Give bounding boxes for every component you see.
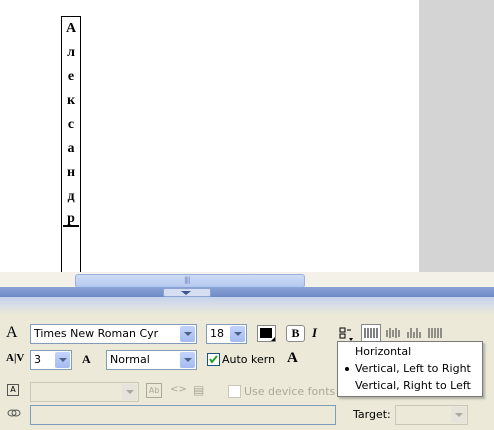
font-size-value: 18 <box>210 327 224 340</box>
character-position-value: Normal <box>110 353 150 366</box>
chevron-down-icon[interactable] <box>180 326 195 342</box>
selected-bullet-icon <box>345 367 349 371</box>
text-cursor <box>63 225 79 227</box>
text-orientation-menu: Horizontal Vertical, Left to Right Verti… <box>337 341 483 397</box>
render-html-button[interactable]: <> <box>170 384 187 395</box>
menu-item-horizontal[interactable]: Horizontal <box>338 343 482 360</box>
character-spacing-icon: A|V <box>6 352 25 364</box>
auto-kern-checkbox[interactable] <box>207 353 220 366</box>
target-label: Target: <box>353 408 391 421</box>
menu-item-label: Vertical, Right to Left <box>355 379 471 392</box>
character-spacing-input[interactable]: 3 <box>30 350 72 370</box>
align-left-icon <box>364 328 378 338</box>
text-tool-icon: A <box>6 324 18 341</box>
align-right-button[interactable] <box>405 325 423 341</box>
chevron-down-icon <box>181 291 191 295</box>
show-border-button[interactable]: ▤ <box>193 383 204 397</box>
selectable-button[interactable]: Ab <box>146 383 162 398</box>
italic-button[interactable]: I <box>312 325 324 342</box>
chevron-down-icon <box>122 384 137 400</box>
format-options-button[interactable]: A <box>287 350 298 367</box>
text-direction-button[interactable] <box>338 326 356 342</box>
character-spacing-value: 3 <box>34 353 41 366</box>
properties-panel-header <box>0 297 494 315</box>
use-device-fonts-checkbox[interactable] <box>228 385 241 398</box>
text-char: д <box>67 189 75 204</box>
chevron-down-icon[interactable] <box>55 352 70 368</box>
instance-name-select[interactable] <box>30 382 139 402</box>
chevron-down-icon[interactable] <box>180 352 195 368</box>
justify-icon <box>428 328 442 338</box>
character-position-icon: A <box>82 352 91 366</box>
text-char: а <box>67 141 75 156</box>
align-center-button[interactable] <box>384 325 402 341</box>
font-size-input[interactable]: 18 <box>206 324 247 344</box>
align-right-icon <box>407 328 421 338</box>
vertical-text-field[interactable]: А л е к с а н д р <box>61 16 81 283</box>
text-color-swatch[interactable] <box>257 325 276 342</box>
use-device-fonts-label: Use device fonts <box>244 385 336 398</box>
character-position-select[interactable]: Normal <box>106 350 197 370</box>
bold-button[interactable]: B <box>286 325 305 342</box>
menu-item-label: Vertical, Left to Right <box>355 362 471 375</box>
justify-button[interactable] <box>426 325 444 341</box>
pasteboard-area <box>419 0 494 272</box>
link-icon <box>7 407 21 419</box>
menu-item-vertical-ltr[interactable]: Vertical, Left to Right <box>338 360 482 377</box>
target-select[interactable] <box>395 405 468 425</box>
chevron-down-icon <box>451 407 466 423</box>
menu-item-vertical-rtl[interactable]: Vertical, Right to Left <box>338 377 482 394</box>
text-type-icon: A <box>7 384 19 396</box>
checkmark-icon <box>209 355 218 364</box>
font-family-select[interactable]: Times New Roman Cyr <box>30 324 197 344</box>
panel-splitter[interactable] <box>0 287 494 297</box>
font-family-value: Times New Roman Cyr <box>34 327 159 340</box>
text-char: к <box>66 93 76 108</box>
align-center-icon <box>386 328 400 338</box>
menu-item-label: Horizontal <box>355 345 412 358</box>
auto-kern-label: Auto kern <box>222 353 276 366</box>
text-char: л <box>67 45 75 60</box>
text-char: е <box>67 69 75 84</box>
text-char: с <box>67 117 75 132</box>
url-link-input[interactable] <box>30 405 336 425</box>
text-direction-icon <box>339 327 353 341</box>
text-char: А <box>65 21 77 36</box>
text-char: н <box>66 165 76 180</box>
chevron-down-icon[interactable] <box>230 326 245 342</box>
corner-arrow-icon <box>271 337 275 341</box>
grip-icon: |||| <box>184 276 190 284</box>
align-left-button[interactable] <box>361 324 381 342</box>
